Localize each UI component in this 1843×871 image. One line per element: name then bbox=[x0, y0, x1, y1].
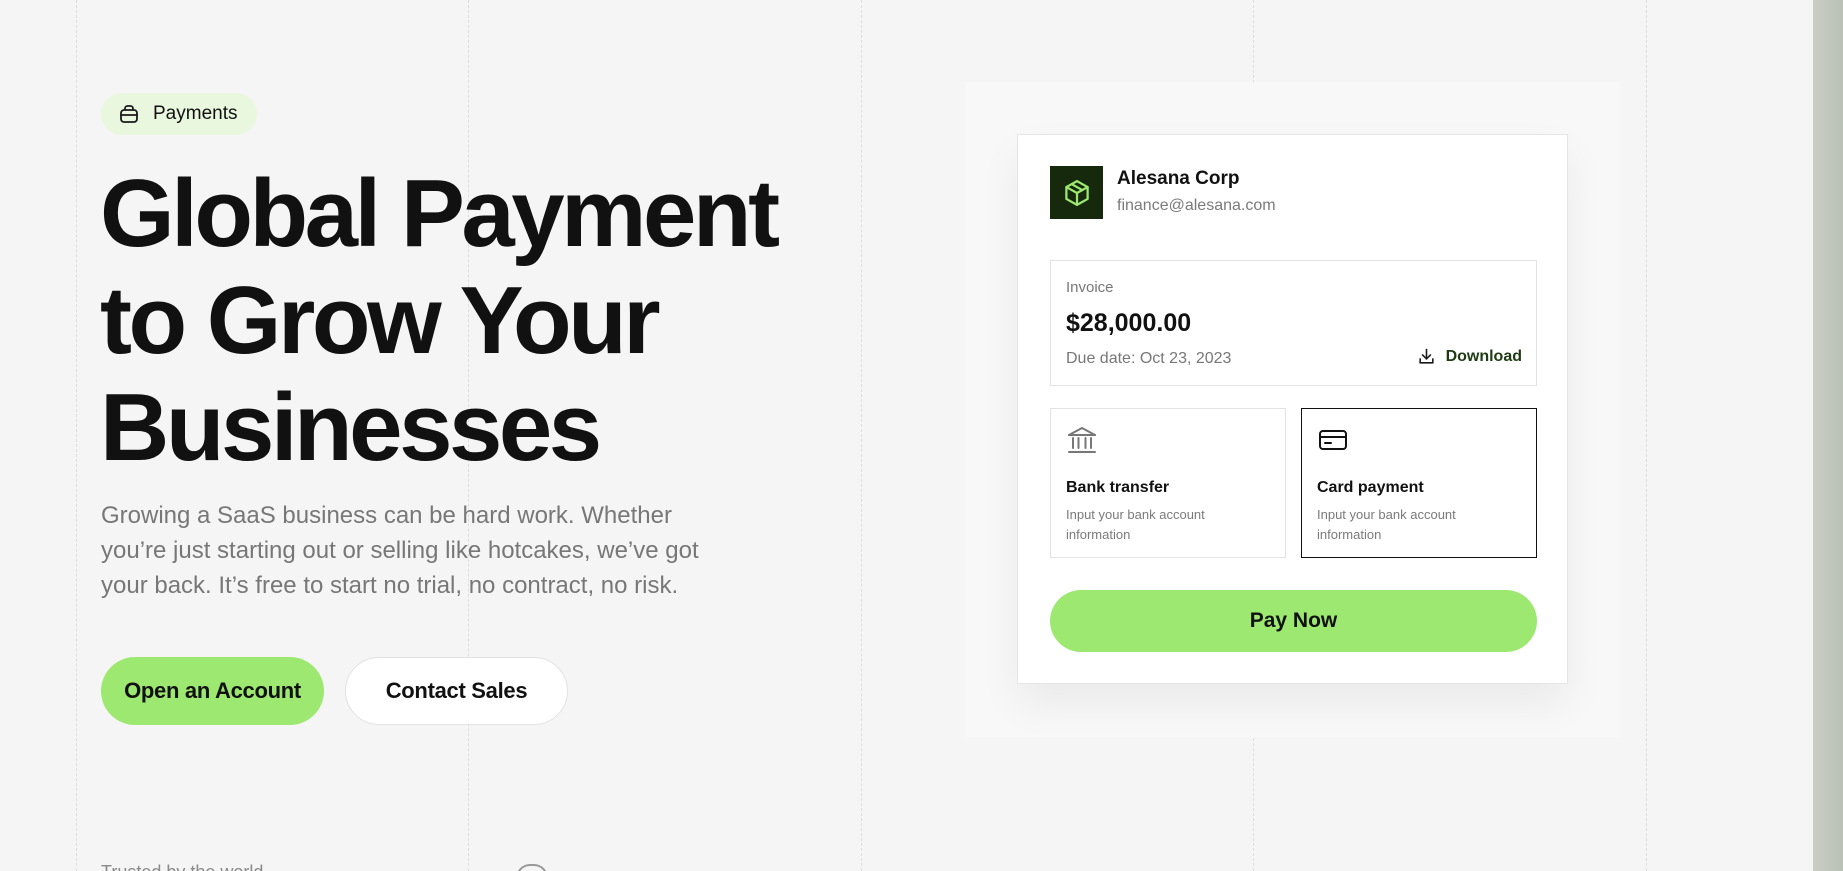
cube-icon bbox=[1064, 179, 1089, 206]
company-name: Alesana Corp bbox=[1117, 168, 1240, 189]
company-logo bbox=[1050, 166, 1103, 219]
grid-line bbox=[861, 0, 862, 871]
hero-headline: Global Payment to Grow Your Businesses bbox=[100, 160, 800, 481]
download-label: Download bbox=[1445, 347, 1522, 365]
invoice-due-date: Due date: Oct 23, 2023 bbox=[1066, 350, 1232, 367]
card-payment-description: Input your bank account information bbox=[1317, 507, 1456, 542]
credit-card-icon bbox=[1317, 424, 1349, 456]
wallet-icon bbox=[117, 102, 141, 126]
invoice-summary: Invoice $28,000.00 Due date: Oct 23, 202… bbox=[1050, 260, 1537, 386]
headline-line: to Grow Your bbox=[100, 267, 661, 374]
pay-now-button[interactable]: Pay Now bbox=[1050, 590, 1537, 652]
invoice-amount: $28,000.00 bbox=[1066, 309, 1192, 337]
download-icon bbox=[1417, 347, 1436, 366]
trusted-by-text: Trusted by the world... bbox=[101, 862, 278, 871]
invoice-card: Alesana Corp finance@alesana.com Invoice… bbox=[1017, 134, 1568, 684]
grid-line bbox=[1646, 0, 1647, 871]
grid-line bbox=[76, 0, 77, 871]
logo-icon bbox=[516, 864, 548, 871]
headline-line: Global Payment bbox=[100, 160, 780, 267]
invoice-label: Invoice bbox=[1066, 279, 1114, 296]
contact-sales-button[interactable]: Contact Sales bbox=[345, 657, 568, 725]
hero-subtitle: Growing a SaaS business can be hard work… bbox=[101, 502, 699, 599]
bank-icon bbox=[1066, 424, 1098, 456]
bank-transfer-title: Bank transfer bbox=[1066, 479, 1170, 496]
card-payment-option[interactable]: Card payment Input your bank account inf… bbox=[1301, 408, 1537, 558]
bank-transfer-option[interactable]: Bank transfer Input your bank account in… bbox=[1050, 408, 1286, 558]
open-account-button[interactable]: Open an Account bbox=[101, 657, 324, 725]
download-button[interactable]: Download bbox=[1417, 347, 1522, 366]
card-payment-title: Card payment bbox=[1317, 479, 1424, 496]
right-edge-strip bbox=[1813, 0, 1843, 871]
badge-label: Payments bbox=[153, 103, 238, 124]
payments-badge: Payments bbox=[101, 93, 258, 135]
company-email: finance@alesana.com bbox=[1117, 197, 1276, 214]
bank-transfer-description: Input your bank account information bbox=[1066, 507, 1205, 542]
headline-line: Businesses bbox=[100, 374, 602, 481]
